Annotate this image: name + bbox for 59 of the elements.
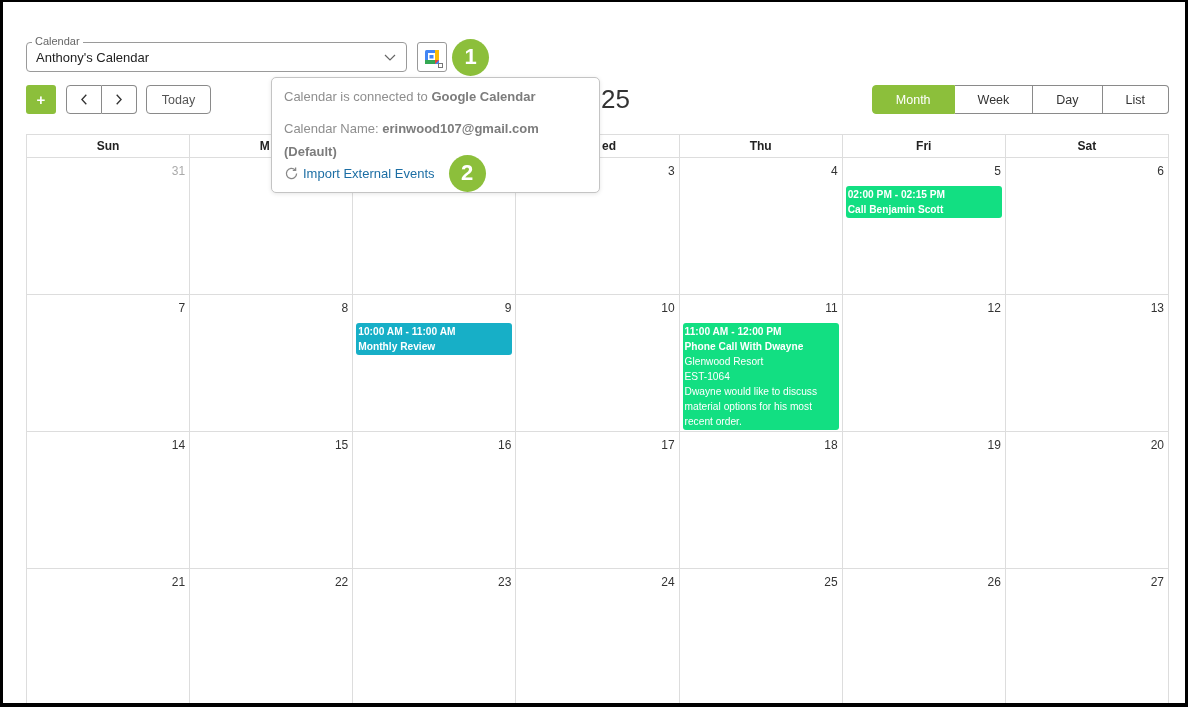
day-number: 5 [994,164,1001,179]
import-events-link[interactable]: Import External Events [284,165,435,181]
calendar-button[interactable] [417,42,447,72]
day-number: 10 [661,301,675,316]
day-number: 8 [341,301,349,316]
today-button[interactable]: Today [146,85,211,114]
day-number: 22 [334,575,349,590]
weekday-label: ed [602,139,616,153]
day-number: 27 [1150,575,1164,590]
day-number: 31 [171,164,186,179]
day-number: 24 [661,575,675,590]
weekday-label: Thu [749,139,772,153]
event-time: 02:00 PM - 02:15 PM [847,188,946,202]
view-tab[interactable]: List [1102,85,1169,114]
event-detail: Dwayne would like to discuss material options for his most recent order. [684,385,819,429]
view-tab[interactable]: Week [954,85,1034,114]
day-number: 6 [1157,164,1164,179]
day-number: 23 [498,575,512,590]
day-number: 21 [171,575,186,590]
day-number: 16 [498,438,512,453]
day-number: 9 [504,301,512,316]
calendar-icon [425,50,439,64]
day-number: 11 [825,301,838,316]
chevron-down-icon [384,53,396,61]
day-number: 19 [987,438,1001,453]
step-badge: 1 [452,38,489,76]
day-number: 18 [824,438,838,453]
weekday-label: M [259,139,270,153]
weekday-label: Fri [916,139,932,153]
day-number: 13 [1150,301,1164,316]
day-number: 12 [987,301,1001,316]
event-title: Monthly Review [358,340,436,354]
weekday-label: Sun [96,139,120,153]
weekday-label: Sat [1077,139,1097,153]
calendar-field-label: Calendar [32,35,83,48]
day-number: 26 [987,575,1001,590]
event-title: Call Benjamin Scott [847,203,944,217]
day-number: 3 [667,164,675,179]
day-number: 4 [831,164,838,179]
day-number: 17 [661,438,675,453]
connection-status-text: Calendar is connected to Google Calendar [284,88,537,106]
chevron-right-icon [115,94,122,105]
event-time: 11:00 AM - 12:00 PM [684,325,782,339]
month-title: 25 [601,85,630,114]
day-number: 20 [1150,438,1164,453]
event-detail: EST-1064 [684,370,730,384]
step-badge: 2 [448,154,486,192]
previous-button[interactable] [66,85,102,114]
event-detail: Glenwood Resort [684,355,764,369]
day-number: 15 [334,438,349,453]
next-button[interactable] [101,85,137,114]
view-tab[interactable]: Day [1033,85,1103,114]
chevron-left-icon [80,94,87,105]
day-number: 7 [178,301,186,316]
day-number: 25 [824,575,838,590]
refresh-icon [285,166,298,180]
day-number: 14 [171,438,186,453]
event-time: 10:00 AM - 11:00 AM [358,325,456,339]
event-title: Phone Call With Dwayne [684,340,804,354]
